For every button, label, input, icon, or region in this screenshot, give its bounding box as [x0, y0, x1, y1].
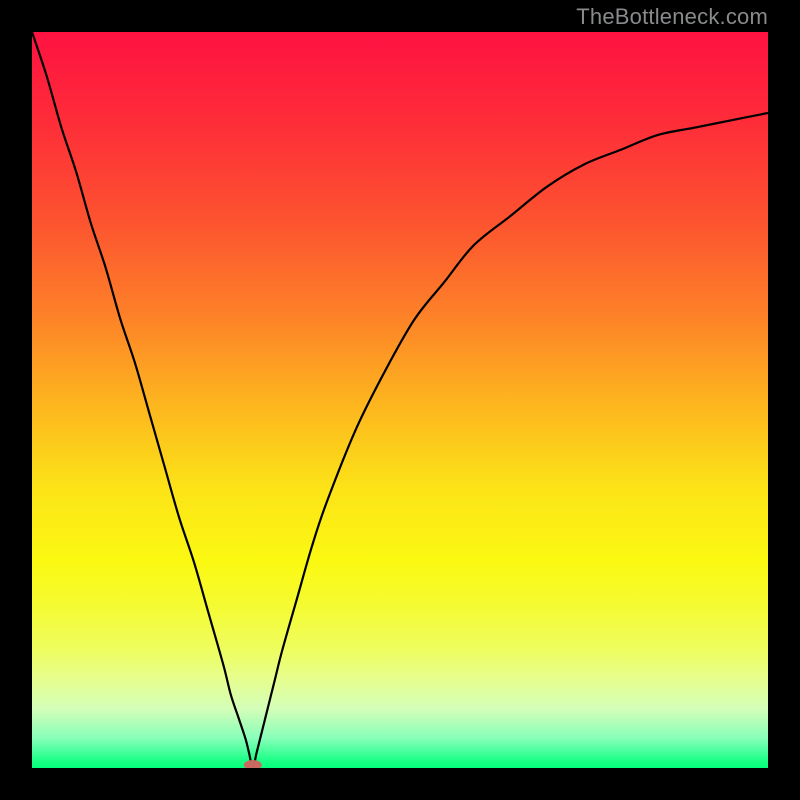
- plot-area: [32, 32, 768, 768]
- attribution-label: TheBottleneck.com: [576, 4, 768, 30]
- gradient-background: [32, 32, 768, 768]
- chart-frame: TheBottleneck.com: [0, 0, 800, 800]
- bottleneck-chart: [32, 32, 768, 768]
